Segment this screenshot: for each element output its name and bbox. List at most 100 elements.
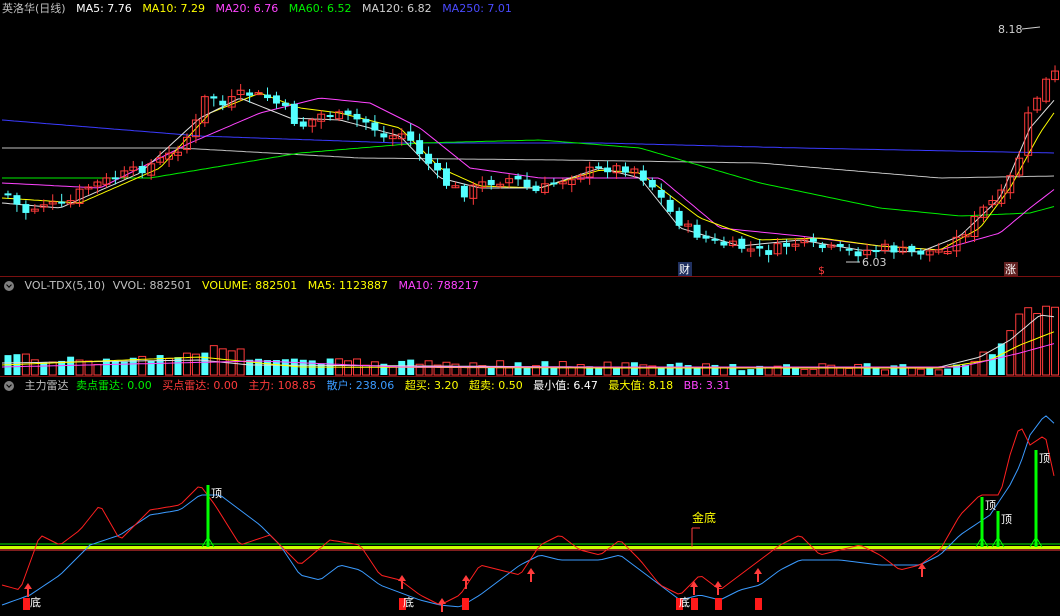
- indicator-panel[interactable]: 主力雷达 卖点雷达: 0.00 买点雷达: 0.00 主力: 108.85 散户…: [0, 377, 1060, 616]
- candle-body: [738, 238, 746, 249]
- chaomai-label: 超买: 3.20: [404, 379, 459, 392]
- volume-bar: [639, 364, 648, 376]
- candle-body: [675, 210, 683, 226]
- jindi-label: 金底: [692, 510, 716, 525]
- ding-label: 顶: [985, 499, 996, 512]
- ding-label: 顶: [211, 487, 222, 500]
- candle-body: [765, 250, 773, 255]
- candle-body: [604, 167, 612, 173]
- candle-body: [22, 204, 30, 213]
- zhang-marker: 涨: [1005, 263, 1016, 276]
- ind-header: 主力雷达 卖点雷达: 0.00 买点雷达: 0.00 主力: 108.85 散户…: [0, 377, 737, 395]
- ind-menu-icon[interactable]: [4, 381, 14, 391]
- volume-bar: [926, 368, 934, 375]
- volume-bar: [818, 363, 827, 376]
- candle-body: [711, 238, 719, 241]
- volume-bar: [469, 362, 478, 376]
- buy-arrow-icon: [462, 575, 470, 581]
- volume-label: VOLUME: 882501: [202, 279, 298, 292]
- indicator-chart[interactable]: 顶顶顶顶底底底 金底: [0, 395, 1060, 616]
- candle-body: [407, 131, 415, 141]
- ding-label: 顶: [1001, 513, 1012, 526]
- candle-body: [639, 170, 647, 181]
- ind-title: 主力雷达: [24, 379, 69, 392]
- candle-body: [246, 92, 254, 96]
- volume-bar: [719, 366, 728, 376]
- volume-bar: [630, 362, 638, 375]
- candle-body: [210, 96, 218, 99]
- price-header: 英洛华(日线) MA5: 7.76 MA10: 7.29 MA20: 6.76 …: [0, 0, 519, 18]
- candle-body: [595, 166, 603, 169]
- candle-body: [702, 235, 710, 239]
- volume-panel[interactable]: VOL-TDX(5,10) VVOL: 882501 VOLUME: 88250…: [0, 277, 1060, 376]
- buy-arrow-icon: [918, 563, 926, 569]
- volume-bar: [899, 364, 907, 375]
- volume-bar: [783, 364, 791, 375]
- ding-label: 顶: [1039, 452, 1050, 465]
- high-price-label: 8.18: [998, 23, 1023, 36]
- price-panel[interactable]: 英洛华(日线) MA5: 7.76 MA10: 7.29 MA20: 6.76 …: [0, 0, 1060, 276]
- candle-body: [380, 133, 388, 138]
- buy-arrow-icon: [398, 575, 406, 581]
- candle-body: [693, 224, 701, 238]
- dollar-marker: $: [818, 264, 825, 276]
- candle-body: [756, 246, 764, 249]
- volume-bar: [711, 364, 719, 375]
- vol-ma10-label: MA10: 788217: [398, 279, 479, 292]
- volume-bar: [845, 367, 854, 376]
- volume-bar: [836, 367, 845, 376]
- volume-bar: [201, 352, 209, 375]
- volume-bar: [872, 367, 880, 375]
- sell-radar-label: 卖点雷达: 0.00: [76, 379, 152, 392]
- volume-bar: [48, 361, 57, 376]
- volume-bar: [344, 360, 353, 376]
- buy-arrow-icon: [438, 598, 446, 604]
- volume-bar: [809, 368, 818, 376]
- candle-body: [371, 122, 379, 131]
- price-title: 英洛华(日线): [2, 2, 66, 15]
- candle-body: [138, 165, 146, 174]
- candle-body: [523, 179, 531, 188]
- volume-chart[interactable]: [0, 295, 1060, 376]
- candle-body: [621, 166, 629, 173]
- volume-bar: [370, 361, 379, 376]
- di-block: [715, 598, 722, 610]
- candle-body: [58, 201, 66, 204]
- candle-body: [460, 185, 468, 198]
- candle-body: [281, 102, 289, 106]
- candle-body: [836, 244, 844, 247]
- volume-bar: [505, 367, 514, 376]
- volume-bar: [675, 362, 683, 375]
- candle-body: [818, 244, 826, 249]
- candle-body: [657, 189, 665, 198]
- candle-body: [514, 175, 522, 180]
- candle-body: [872, 250, 880, 253]
- volume-bar: [40, 362, 48, 375]
- candle-body: [111, 177, 119, 180]
- candle-body: [917, 250, 925, 255]
- bb-label: BB: 3.31: [683, 379, 731, 392]
- cai-marker: 财: [679, 262, 690, 276]
- candle-body: [532, 185, 540, 192]
- candle-body: [845, 248, 853, 251]
- volume-bar: [361, 364, 370, 376]
- volume-bar: [576, 364, 585, 376]
- vol-menu-icon[interactable]: [4, 281, 14, 291]
- candle-body: [854, 251, 862, 257]
- volume-bar: [621, 362, 630, 376]
- volume-bar: [944, 368, 952, 375]
- candle-body: [443, 168, 450, 186]
- di-block: [755, 598, 762, 610]
- buy-arrow-icon: [714, 581, 722, 587]
- candle-body: [809, 238, 817, 242]
- candle-body: [666, 199, 674, 212]
- candle-body: [550, 182, 558, 185]
- volume-bar: [738, 370, 746, 375]
- candle-body: [425, 153, 433, 164]
- volume-bar: [442, 361, 451, 376]
- ma120-label: MA120: 6.82: [361, 2, 432, 15]
- volume-bar: [747, 369, 755, 375]
- candlestick-chart[interactable]: 8.18 6.03 财 $ 涨: [0, 18, 1060, 276]
- chaomai2-label: 超卖: 0.50: [469, 379, 523, 392]
- vvol-label: VVOL: 882501: [112, 279, 192, 292]
